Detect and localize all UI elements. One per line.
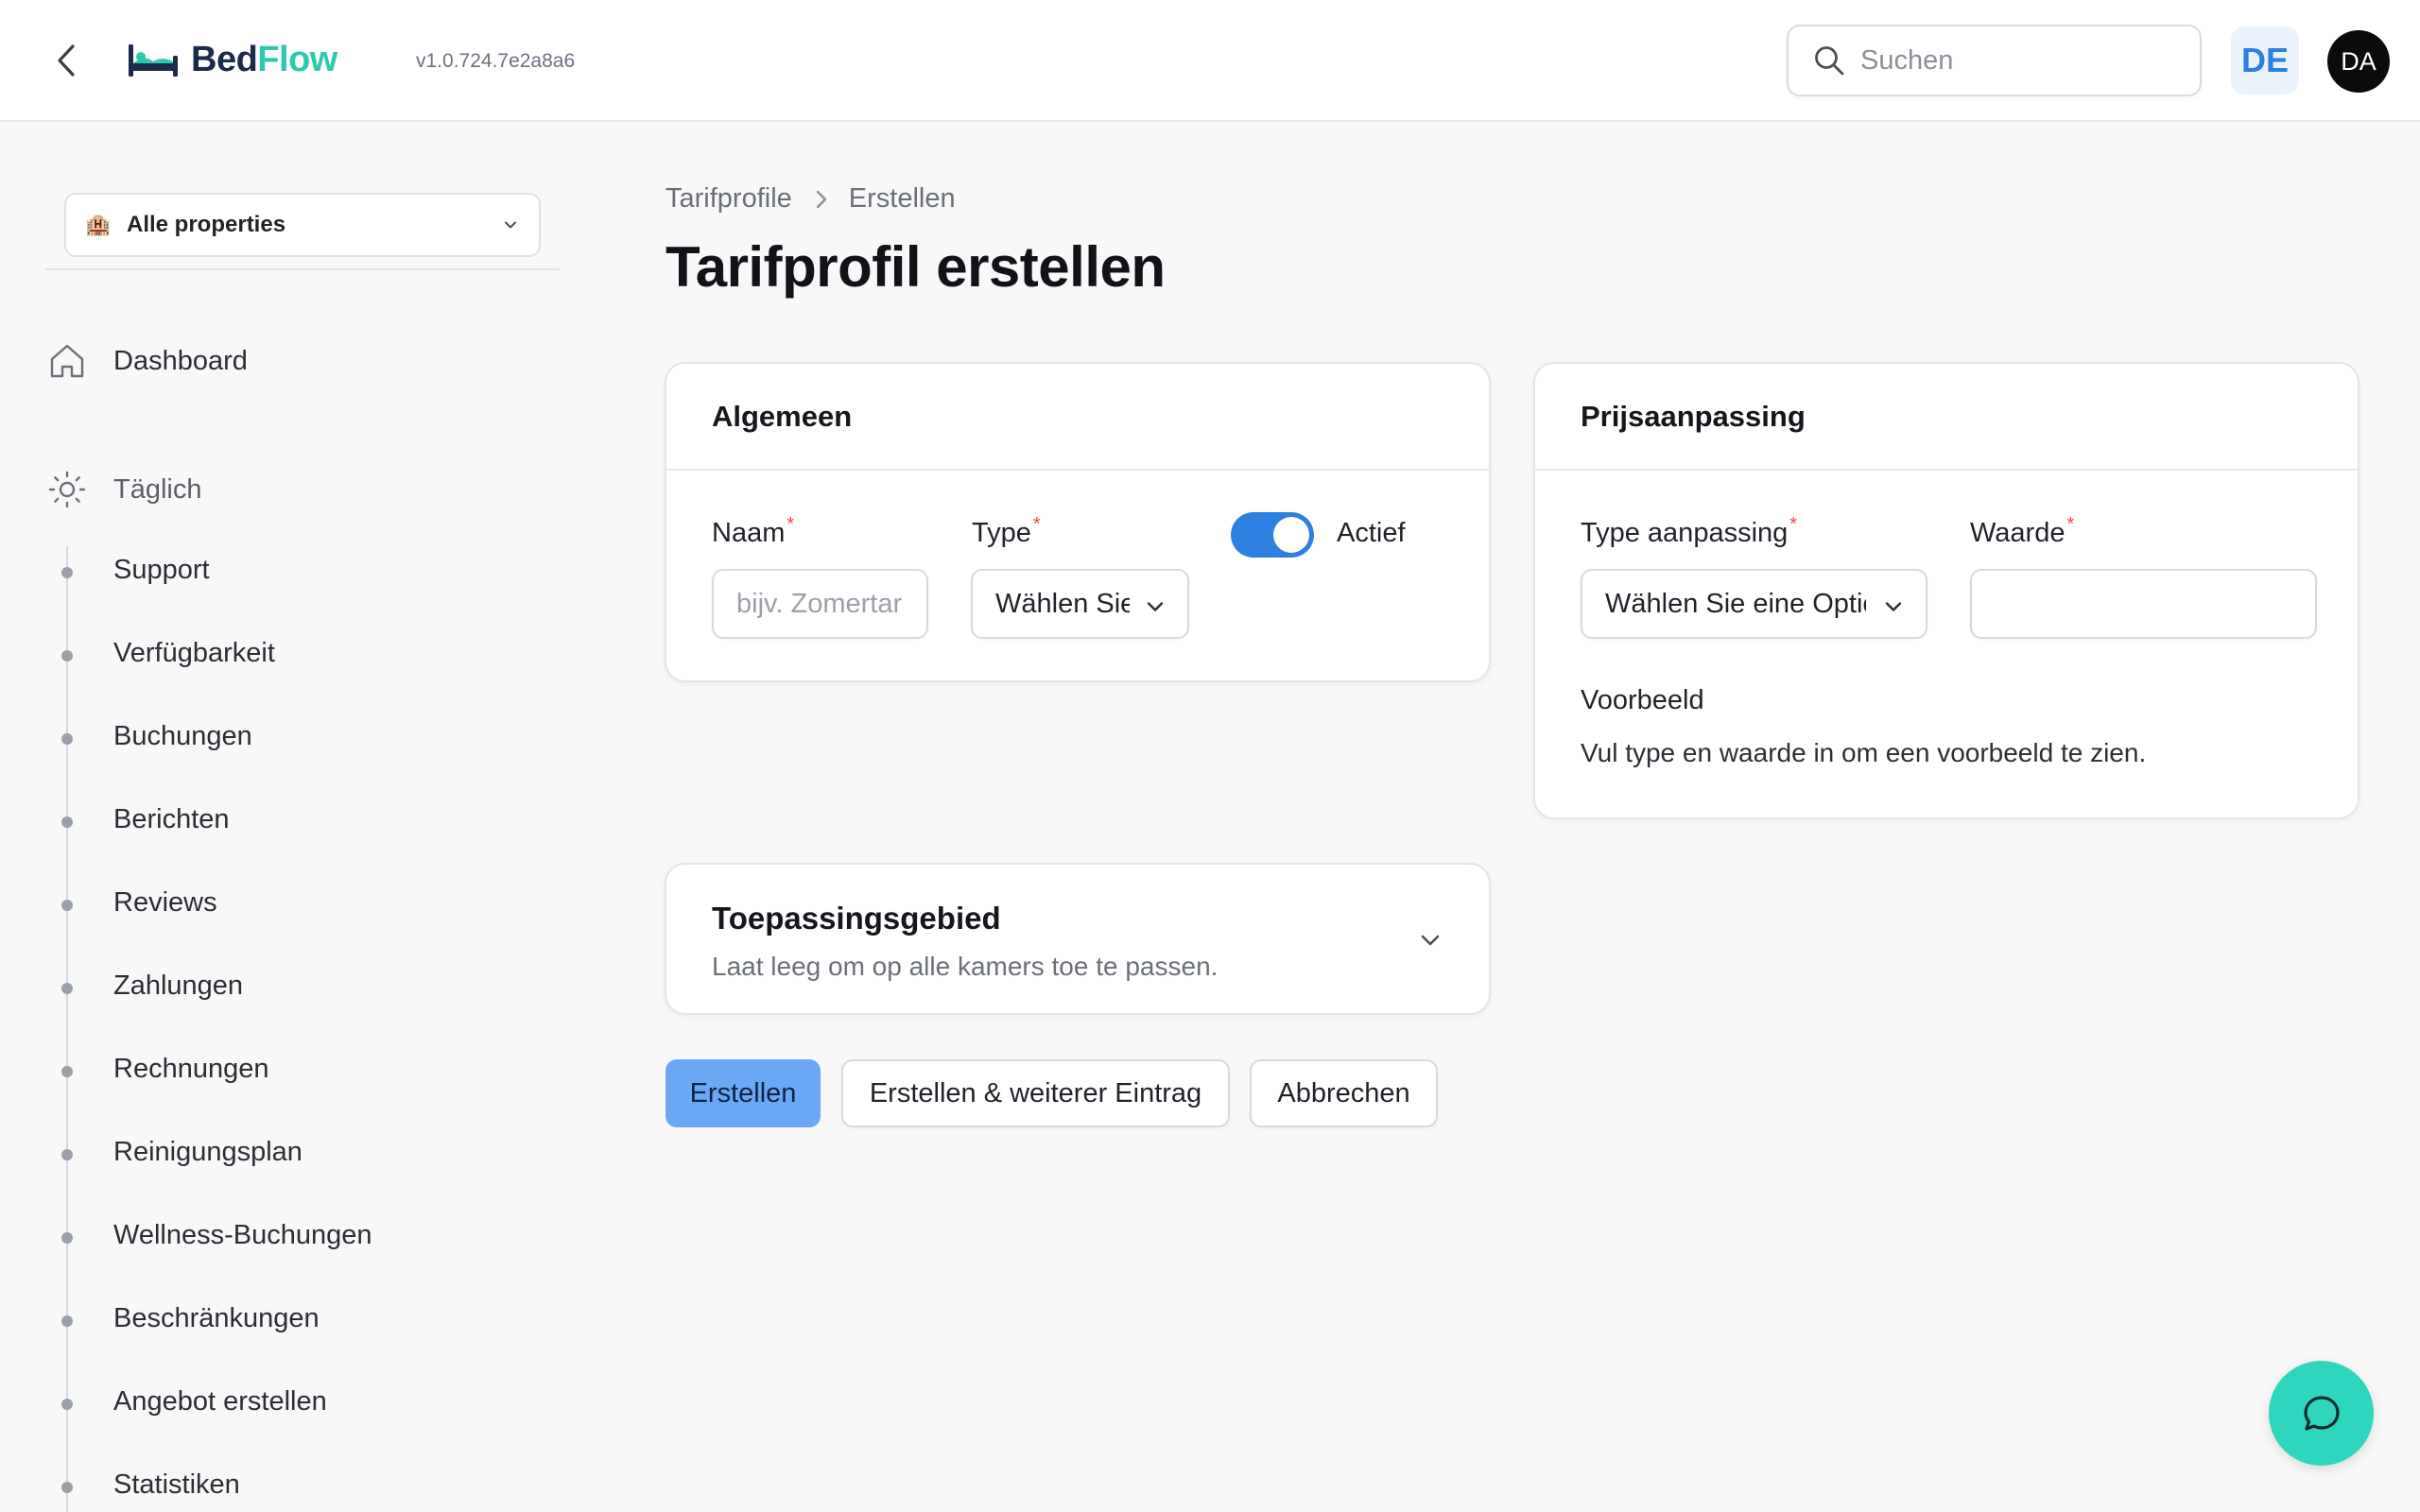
name-input[interactable]: [714, 571, 926, 637]
create-button[interactable]: Erstellen: [666, 1059, 821, 1127]
sidebar-item-bookings[interactable]: Buchungen: [59, 717, 437, 759]
sidebar-tree-line: [66, 546, 68, 1512]
sidebar-item-payments[interactable]: Zahlungen: [59, 967, 437, 1008]
sidebar-item-statistics[interactable]: Statistiken: [59, 1466, 437, 1507]
type-select[interactable]: Wählen Sie eine Option: [971, 569, 1189, 639]
card-title: Algemeen: [712, 400, 853, 433]
adjustment-type-label: Type aanpassing *: [1581, 514, 1798, 548]
active-label: Actief: [1337, 518, 1406, 548]
sidebar-item-availability[interactable]: Verfügbarkeit: [59, 634, 437, 676]
top-bar: BedFlow v1.0.724.7e2a8a6 DE DA: [0, 0, 2420, 122]
sidebar-item-create-offer[interactable]: Angebot erstellen: [59, 1383, 437, 1424]
sidebar-item-support[interactable]: Support: [59, 551, 437, 593]
sidebar-item-messages[interactable]: Berichten: [59, 800, 437, 842]
toggle-knob: [1273, 517, 1309, 553]
breadcrumb-parent[interactable]: Tarifprofile: [666, 183, 792, 215]
value-field[interactable]: [1970, 569, 2317, 639]
sidebar-item-restrictions[interactable]: Beschränkungen: [59, 1299, 437, 1341]
chevron-right-icon: [815, 189, 828, 210]
breadcrumb: Tarifprofile Erstellen: [666, 183, 956, 215]
chat-bubble-icon: [2303, 1395, 2340, 1431]
sidebar-section-daily[interactable]: Täglich: [47, 469, 202, 510]
bedflow-logo[interactable]: BedFlow: [127, 36, 337, 83]
sun-icon: [48, 471, 86, 508]
sidebar-item-reviews[interactable]: Reviews: [59, 884, 437, 925]
logo-wordmark: BedFlow: [191, 39, 337, 79]
breadcrumb-current: Erstellen: [848, 183, 956, 214]
bed-icon: [129, 44, 178, 77]
hotel-icon: 🏨: [85, 213, 112, 236]
card-header: Prijsaanpassing: [1535, 364, 2358, 471]
value-input[interactable]: [1972, 571, 2315, 637]
sidebar-section-label: Täglich: [113, 473, 202, 505]
property-selector[interactable]: 🏨 Alle properties: [64, 193, 541, 257]
app-version: v1.0.724.7e2a8a6: [416, 50, 576, 72]
adjustment-type-value: Wählen Sie eine Option: [1605, 588, 1866, 619]
name-field[interactable]: [712, 569, 928, 639]
type-select-value: Wählen Sie eine Option: [995, 588, 1130, 619]
adjustment-type-select[interactable]: Wählen Sie eine Option: [1581, 569, 1927, 639]
search-field[interactable]: [1787, 25, 2202, 96]
chevron-down-icon[interactable]: [1419, 929, 1442, 952]
scope-subtitle: Laat leeg om op alle kamers toe te passe…: [712, 952, 1219, 981]
price-adjustment-card: Prijsaanpassing Type aanpassing * Wählen …: [1533, 362, 2360, 819]
general-card: Algemeen Naam* Type* Wählen Sie eine Opt…: [665, 362, 1491, 682]
card-header: Algemeen: [666, 364, 1489, 471]
sidebar-item-invoices[interactable]: Rechnungen: [59, 1050, 437, 1091]
search-icon: [1815, 46, 1844, 76]
property-selector-label: Alle properties: [127, 212, 286, 237]
cancel-button[interactable]: Abbrechen: [1250, 1059, 1438, 1127]
card-title: Prijsaanpassing: [1581, 400, 1806, 433]
sidebar-item-wellness-bookings[interactable]: Wellness-Buchungen: [59, 1216, 437, 1258]
scope-card[interactable]: Toepassingsgebied Laat leeg om op alle k…: [665, 863, 1491, 1015]
create-another-button[interactable]: Erstellen & weiterer Eintrag: [841, 1059, 1230, 1127]
type-label: Type *: [972, 514, 1041, 548]
sidebar-divider: [45, 268, 560, 270]
chevron-down-icon: [1147, 602, 1164, 611]
name-label: Naam *: [712, 514, 795, 548]
preview-text: Vul type en waarde in om een voorbeeld t…: [1581, 738, 2147, 767]
sidebar-item-dashboard[interactable]: Dashboard: [47, 340, 248, 382]
chevron-left-icon: [58, 44, 75, 77]
language-switch[interactable]: DE: [2231, 26, 2299, 94]
preview-title: Voorbeeld: [1581, 685, 1704, 715]
chat-button[interactable]: [2269, 1361, 2374, 1466]
page-title: Tarifprofil erstellen: [666, 235, 1166, 299]
home-icon: [50, 344, 84, 378]
search-input[interactable]: [1860, 44, 2182, 77]
active-toggle[interactable]: [1231, 512, 1314, 558]
sidebar-item-cleaning-plan[interactable]: Reinigungsplan: [59, 1133, 437, 1175]
chevron-down-icon: [1885, 602, 1902, 611]
sidebar-item-label: Dashboard: [113, 345, 248, 376]
scope-title: Toepassingsgebied: [712, 901, 1001, 936]
back-button[interactable]: [49, 42, 83, 79]
user-avatar[interactable]: DA: [2327, 30, 2390, 93]
chevron-down-icon: [505, 221, 516, 229]
value-label: Waarde *: [1970, 514, 2075, 548]
